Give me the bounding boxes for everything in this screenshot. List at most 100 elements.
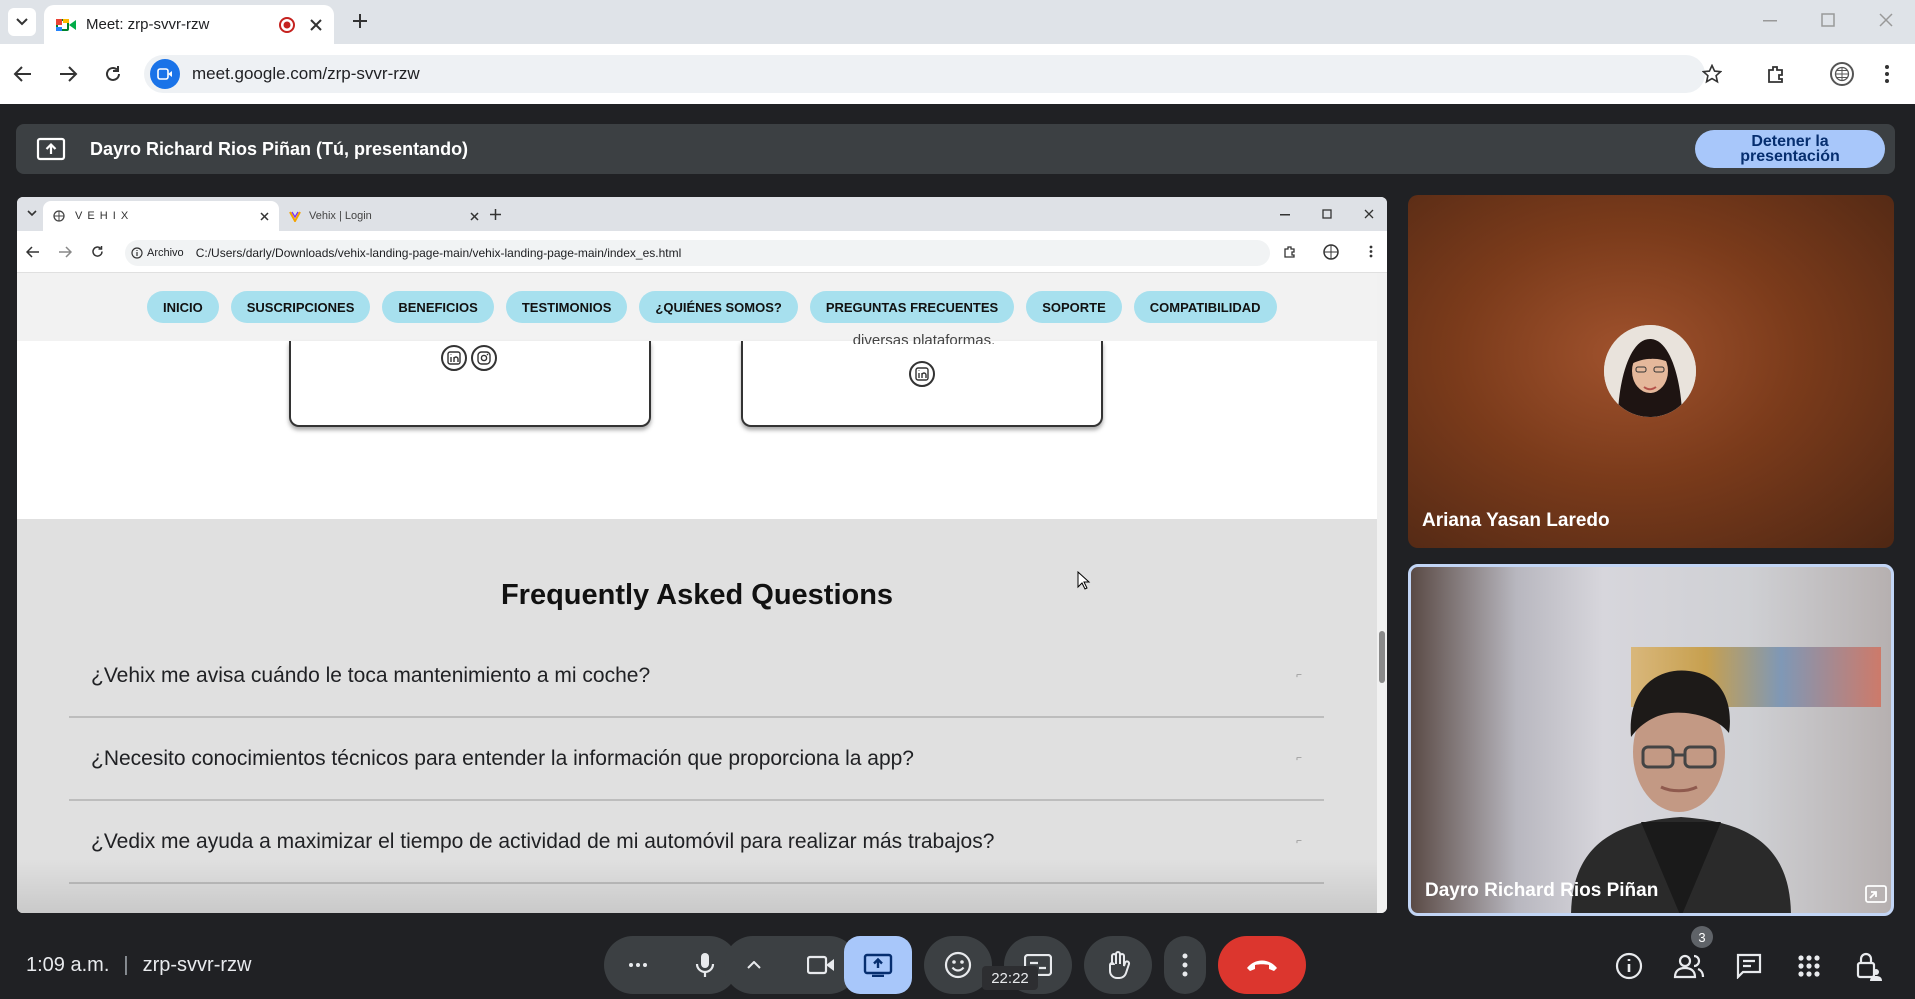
nav-soporte[interactable]: SOPORTE: [1026, 291, 1122, 323]
people-button[interactable]: 3: [1667, 926, 1713, 988]
nav-testimonios[interactable]: TESTIMONIOS: [505, 291, 628, 323]
profile-globe-icon[interactable]: [1323, 244, 1339, 260]
new-tab-icon[interactable]: [490, 209, 501, 220]
close-window-icon[interactable]: [1879, 13, 1893, 27]
nav-suscripciones[interactable]: SUSCRIPCIONES: [230, 291, 371, 323]
emoji-icon: [944, 951, 972, 979]
microphone-icon[interactable]: [695, 952, 715, 978]
chevron-down-icon: [16, 18, 28, 26]
current-time: 1:09 a.m.: [26, 954, 110, 976]
browser-tab-strip: Meet: zrp-svvr-rzw: [0, 0, 1915, 44]
inner-tab-login[interactable]: Vehix | Login: [279, 201, 489, 231]
social-links: [909, 361, 935, 387]
separator: |: [123, 954, 129, 976]
team-card: [289, 341, 651, 427]
info-icon: [1615, 952, 1643, 980]
address-bar[interactable]: meet.google.com/zrp-svvr-rzw: [144, 55, 1705, 93]
inner-tab-title: V E H I X: [75, 210, 130, 222]
new-tab-icon[interactable]: [352, 13, 368, 29]
faq-question: ¿Vehix me avisa cuándo le toca mantenimi…: [91, 663, 651, 687]
meeting-code: zrp-svvr-rzw: [142, 954, 252, 976]
reload-icon[interactable]: [91, 245, 104, 258]
browser-menu-icon[interactable]: [1884, 64, 1890, 84]
participant-name: Dayro Richard Rios Piñan: [1425, 880, 1659, 901]
close-tab-icon[interactable]: [310, 18, 322, 31]
profile-avatar[interactable]: [1830, 62, 1854, 86]
site-info-icon[interactable]: [150, 59, 180, 89]
social-links: [441, 345, 497, 371]
browser-menu-icon[interactable]: [1369, 245, 1373, 258]
leave-call-button[interactable]: [1218, 936, 1306, 994]
timer-text: 22:22: [991, 969, 1029, 987]
extensions-icon[interactable]: [1766, 64, 1786, 84]
meeting-info: 1:09 a.m. | zrp-svvr-rzw: [26, 954, 251, 977]
more-options-button[interactable]: [1164, 936, 1206, 994]
nav-preguntas-frecuentes[interactable]: PREGUNTAS FRECUENTES: [809, 291, 1015, 323]
forward-arrow-icon[interactable]: [58, 65, 78, 83]
inner-address-bar[interactable]: Archivo C:/Users/darly/Downloads/vehix-l…: [125, 240, 1270, 266]
apps-grid-icon: [1798, 955, 1820, 977]
reload-icon[interactable]: [104, 65, 122, 83]
video-camera-icon: [157, 68, 172, 80]
nav-beneficios[interactable]: BENEFICIOS: [382, 291, 494, 323]
raise-hand-button[interactable]: [1084, 936, 1152, 994]
card-text-partial: diversas plataformas.: [852, 332, 996, 344]
back-arrow-icon[interactable]: [26, 246, 40, 258]
faq-item[interactable]: ¿Vehix me avisa cuándo le toca mantenimi…: [69, 635, 1324, 718]
end-call-icon: [1247, 960, 1277, 971]
maximize-icon[interactable]: [1821, 13, 1835, 27]
minimize-icon[interactable]: [1763, 20, 1777, 22]
faq-item[interactable]: ¿Necesito conocimientos técnicos para en…: [69, 718, 1324, 801]
chat-icon: [1736, 953, 1762, 979]
page-scrollbar[interactable]: [1377, 273, 1387, 913]
file-chip: Archivo: [147, 247, 184, 259]
inner-tab-vehix[interactable]: V E H I X: [43, 201, 279, 231]
picture-in-picture-icon[interactable]: [1865, 885, 1887, 903]
avatar-photo-icon: [1604, 325, 1696, 417]
url-text: meet.google.com/zrp-svvr-rzw: [192, 64, 420, 83]
linkedin-icon[interactable]: [909, 361, 935, 387]
close-tab-icon[interactable]: [470, 211, 479, 221]
participant-name: Ariana Yasan Laredo: [1422, 510, 1610, 531]
minimize-icon[interactable]: [1280, 214, 1290, 216]
nav-compatibilidad[interactable]: COMPATIBILIDAD: [1133, 291, 1277, 323]
participant-tile-self[interactable]: Dayro Richard Rios Piñan: [1408, 564, 1894, 916]
close-window-icon[interactable]: [1364, 209, 1374, 219]
google-meet-icon: [56, 18, 76, 31]
nav-quienes-somos[interactable]: ¿QUIÉNES SOMOS?: [639, 291, 798, 323]
info-icon: [131, 247, 143, 259]
chevron-icon: ⌐: [1296, 836, 1302, 847]
tab-search-button[interactable]: [8, 8, 36, 36]
chevron-down-icon[interactable]: [27, 210, 37, 217]
forward-arrow-icon[interactable]: [58, 246, 72, 258]
nav-inicio[interactable]: INICIO: [147, 291, 219, 323]
chat-button[interactable]: [1727, 944, 1771, 988]
bookmark-star-icon[interactable]: [1702, 64, 1722, 84]
scrollbar-thumb[interactable]: [1379, 631, 1385, 683]
instagram-icon[interactable]: [471, 345, 497, 371]
present-now-button[interactable]: [844, 936, 912, 994]
timer-tooltip: 22:22: [982, 966, 1038, 990]
people-icon: [1673, 954, 1705, 979]
stop-presenting-button[interactable]: Detener la presentación: [1695, 130, 1885, 168]
activities-button[interactable]: [1787, 944, 1831, 988]
recording-icon: [279, 16, 295, 33]
camera-icon[interactable]: [807, 955, 835, 975]
host-controls-button[interactable]: [1847, 944, 1891, 988]
more-mic-options-icon[interactable]: [628, 962, 648, 968]
people-count-badge: 3: [1691, 926, 1713, 948]
team-cards-section: diversas plataformas.: [17, 332, 1377, 519]
extensions-icon[interactable]: [1283, 245, 1296, 258]
close-tab-icon[interactable]: [260, 211, 269, 221]
browser-tab-meet[interactable]: Meet: zrp-svvr-rzw: [44, 5, 334, 44]
bottom-fade: [17, 859, 1377, 913]
linkedin-icon[interactable]: [441, 345, 467, 371]
chevron-up-icon[interactable]: [747, 961, 761, 969]
chevron-icon: ⌐: [1296, 670, 1302, 681]
back-arrow-icon[interactable]: [13, 65, 33, 83]
meeting-details-button[interactable]: [1607, 944, 1651, 988]
inner-url-text: C:/Users/darly/Downloads/vehix-landing-p…: [195, 246, 682, 260]
participant-tile[interactable]: Ariana Yasan Laredo: [1408, 195, 1894, 548]
landing-navbar: INICIO SUSCRIPCIONES BENEFICIOS TESTIMON…: [17, 273, 1377, 341]
maximize-icon[interactable]: [1322, 209, 1332, 219]
